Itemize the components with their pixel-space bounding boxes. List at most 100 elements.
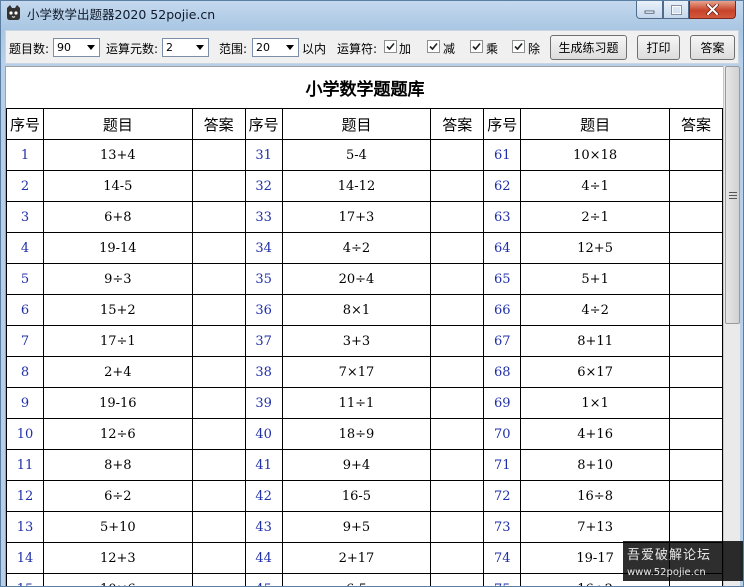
answer-cell (191, 418, 246, 450)
answer-cell (191, 325, 246, 357)
header-index: 序号 (483, 108, 522, 140)
toolbar: 题目数: 90 运算元数: 2 范围: 20 以内 运算符: 加 减 乘 除 生… (5, 30, 739, 64)
answer-cell (430, 511, 485, 543)
question-cell: 3+3 (281, 325, 432, 357)
answer-cell (430, 170, 485, 202)
question-index-cell: 43 (244, 511, 283, 543)
cat-app-icon (5, 4, 22, 21)
checkmark-icon (514, 42, 523, 51)
print-button[interactable]: 打印 (637, 35, 680, 60)
question-index-cell: 32 (244, 170, 283, 202)
title-bar[interactable]: 小学数学出题器2020 52pojie.cn (1, 1, 743, 26)
checkbox-add[interactable] (384, 40, 397, 53)
question-index-cell: 2 (6, 170, 44, 202)
question-index-cell: 41 (244, 449, 283, 481)
generate-exercises-button[interactable]: 生成练习题 (550, 35, 627, 60)
range-label: 范围: (219, 42, 248, 56)
question-index-cell: 65 (483, 263, 522, 295)
question-index-cell: 75 (483, 573, 522, 586)
header-question: 题目 (42, 108, 193, 140)
table-row: 1510×6456-57516÷2 (6, 573, 723, 586)
answer-cell (191, 294, 246, 326)
answer-cell (669, 356, 723, 388)
watermark-text: 吾爱破解论坛 (627, 548, 712, 563)
question-index-cell: 68 (483, 356, 522, 388)
table-header-row: 序号 题目 答案 序号 题目 答案 序号 题目 答案 (6, 108, 723, 140)
question-cell: 6+8 (42, 201, 193, 233)
watermark: 吾爱破解论坛 www.52pojie.cn (623, 541, 743, 581)
answer-cell (191, 356, 246, 388)
question-count-select[interactable]: 90 (53, 38, 100, 57)
question-cell: 14-5 (42, 170, 193, 202)
question-index-cell: 61 (483, 139, 522, 171)
chevron-down-icon (83, 39, 99, 56)
question-index-cell: 44 (244, 542, 283, 574)
checkbox-divide-label[interactable]: 除 (528, 40, 540, 57)
answer-cell (430, 201, 485, 233)
question-cell: 17÷1 (42, 325, 193, 357)
checkbox-divide[interactable] (512, 40, 525, 53)
question-index-cell: 45 (244, 573, 283, 586)
minimize-button[interactable] (636, 1, 663, 19)
answer-cell (191, 263, 246, 295)
question-cell: 4÷1 (520, 170, 670, 202)
question-index-cell: 9 (6, 387, 44, 419)
question-cell: 16-5 (281, 480, 432, 512)
answer-cell (191, 542, 246, 574)
range-suffix-label: 以内 (302, 42, 327, 56)
question-cell: 14-12 (281, 170, 432, 202)
worksheet-view[interactable]: 小学数学题题库 序号 题目 答案 序号 题目 答案 序号 题目 答案 1 13+… (5, 66, 723, 586)
operand-count-select[interactable]: 2 (162, 38, 209, 57)
checkbox-add-label[interactable]: 加 (399, 40, 411, 57)
question-cell: 10×6 (42, 573, 193, 586)
question-cell: 12÷6 (42, 418, 193, 450)
question-index-cell: 63 (483, 201, 522, 233)
answer-cell (430, 480, 485, 512)
question-cell: 8×1 (281, 294, 432, 326)
question-index-cell: 67 (483, 325, 522, 357)
question-cell: 4÷2 (281, 232, 432, 264)
close-icon (706, 4, 719, 15)
table-row: 2 14-5 32 14-12 62 4÷1 (6, 170, 723, 202)
question-cell: 5-4 (281, 139, 432, 171)
range-select[interactable]: 20 (252, 38, 299, 57)
vertical-scrollbar[interactable] (723, 66, 740, 586)
question-index-cell: 70 (483, 418, 522, 450)
question-index-cell: 5 (6, 263, 44, 295)
operators-label: 运算符: (337, 42, 378, 56)
question-index-cell: 13 (6, 511, 44, 543)
header-answer: 答案 (191, 108, 246, 140)
question-cell: 2+4 (42, 356, 193, 388)
answer-button[interactable]: 答案 (690, 35, 735, 60)
answer-cell (669, 232, 723, 264)
checkmark-icon (472, 42, 481, 51)
question-count-value: 90 (57, 41, 71, 54)
question-index-cell: 8 (6, 356, 44, 388)
worksheet-title: 小学数学题题库 (305, 80, 425, 100)
question-cell: 6-5 (281, 573, 432, 586)
question-cell: 7+13 (520, 511, 670, 543)
close-button[interactable] (689, 1, 736, 19)
maximize-icon (670, 4, 682, 15)
checkbox-multiply[interactable] (470, 40, 483, 53)
question-count-label: 题目数: (9, 42, 50, 56)
table-row: 6 15+2 36 8×1 66 4÷2 (6, 294, 723, 326)
answer-cell (669, 263, 723, 295)
checkbox-subtract[interactable] (427, 40, 440, 53)
answer-cell (430, 387, 485, 419)
header-index: 序号 (6, 108, 44, 140)
scrollbar-thumb[interactable] (725, 66, 740, 324)
question-cell: 4+16 (520, 418, 670, 450)
question-cell: 9÷3 (42, 263, 193, 295)
table-row: 10 12÷6 40 18÷9 70 4+16 (6, 418, 723, 450)
question-cell: 12+5 (520, 232, 670, 264)
question-cell: 17+3 (281, 201, 432, 233)
answer-cell (430, 573, 485, 586)
header-question: 题目 (281, 108, 432, 140)
maximize-button[interactable] (663, 1, 689, 19)
answer-cell (430, 325, 485, 357)
answer-cell (669, 201, 723, 233)
checkbox-multiply-label[interactable]: 乘 (486, 40, 498, 57)
answer-cell (430, 263, 485, 295)
checkbox-subtract-label[interactable]: 减 (443, 40, 455, 57)
